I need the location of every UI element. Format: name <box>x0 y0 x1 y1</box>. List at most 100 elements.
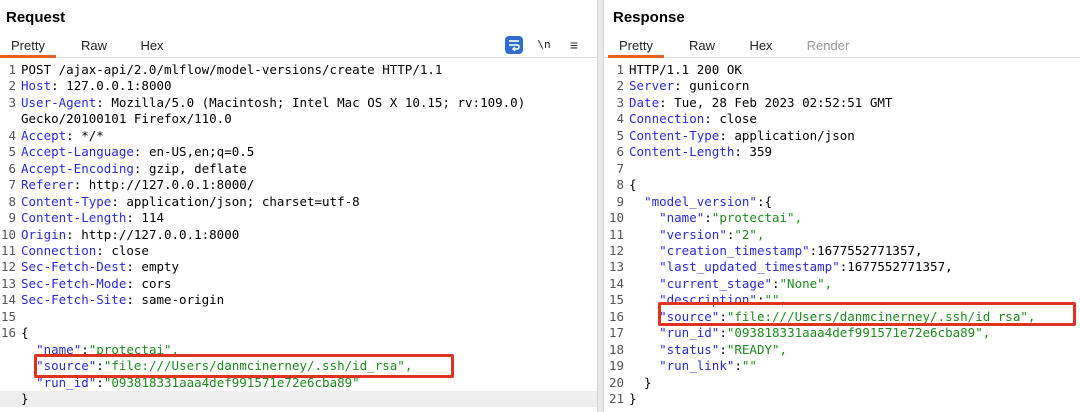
request-code-line: 2 Host: 127.0.0.1:8000 <box>0 78 597 94</box>
json-string-value: "protectai", <box>88 341 180 357</box>
request-code-line: 9 Content-Length: 114 <box>0 210 597 226</box>
json-key: "description" <box>659 292 757 308</box>
json-string-value: "093818331aaa4def991571e72e6cba89" <box>103 374 360 390</box>
line-text: "name":"protectai", <box>21 342 179 358</box>
request-code-line: 12 Sec-Fetch-Dest: empty <box>0 259 597 275</box>
request-code-line: "run_id":"093818331aaa4def991571e72e6cba… <box>0 375 597 391</box>
line-text: Content-Type: application/json <box>629 127 855 143</box>
line-text: "version":"2", <box>629 227 764 243</box>
request-tab-pretty[interactable]: Pretty <box>0 36 56 58</box>
header-value: gunicorn <box>681 78 750 94</box>
response-code-line: 14 "current_stage":"None", <box>604 276 1080 292</box>
response-code-line: 9 "model_version":{ <box>604 194 1080 210</box>
line-text: "source":"file:///Users/danmcinerney/.ss… <box>629 309 1035 325</box>
request-editor[interactable]: 1 POST /ajax-api/2.0/mlflow/model-version… <box>0 62 597 412</box>
line-number: 15 <box>0 308 16 324</box>
line-number: 12 <box>0 259 16 275</box>
line-text: "name":"protectai", <box>629 210 802 226</box>
pane-divider[interactable] <box>597 0 604 412</box>
response-code-line: 15 "description":"", <box>604 292 1080 308</box>
line-text: Sec-Fetch-Site: same-origin <box>21 292 225 308</box>
header-value: Tue, 28 Feb 2023 02:52:51 GMT <box>666 94 893 110</box>
response-title: Response <box>613 9 685 26</box>
json-key: "run_id" <box>659 325 720 341</box>
line-number: 4 <box>616 111 624 127</box>
response-code-line: 5 Content-Type: application/json <box>604 128 1080 144</box>
line-text: { <box>21 325 29 341</box>
header-value: empty <box>133 259 180 275</box>
header-value: 359 <box>741 144 772 160</box>
line-number: 15 <box>608 292 624 308</box>
response-code-line: 19 "run_link":"" <box>604 358 1080 374</box>
response-editor[interactable]: 1 HTTP/1.1 200 OK 2 Server: gunicorn 3 Date: … <box>604 62 1080 412</box>
response-tabs: Pretty Raw Hex Render <box>604 36 1080 58</box>
line-text: Gecko/20100101 Firefox/110.0 <box>21 111 232 127</box>
response-tab-raw[interactable]: Raw <box>680 36 724 58</box>
line-number: 11 <box>0 242 16 258</box>
response-code-line: 20 } <box>604 375 1080 391</box>
line-number: 1 <box>616 62 624 77</box>
line-text: "run_id":"093818331aaa4def991571e72e6cba… <box>21 375 360 391</box>
header-name: Host <box>21 78 52 94</box>
line-text: Host: 127.0.0.1:8000 <box>21 78 172 94</box>
line-number: 16 <box>0 325 16 341</box>
show-newlines-button[interactable]: \n <box>536 36 552 54</box>
header-value: Mozilla/5.0 (Macintosh; Intel Mac OS X 1… <box>103 94 526 110</box>
line-text: Accept: */* <box>21 127 104 143</box>
request-code-line: } <box>0 391 597 407</box>
header-value: application/json; charset=utf-8 <box>118 193 360 209</box>
json-punct: :{ <box>756 193 773 209</box>
line-number: 19 <box>608 358 624 374</box>
header-value: 127.0.0.1:8000 <box>58 78 172 94</box>
header-value: close <box>103 242 149 258</box>
line-text: "model_version":{ <box>629 194 772 210</box>
response-code-line: 8{ <box>604 177 1080 193</box>
response-tab-pretty[interactable]: Pretty <box>608 36 664 58</box>
json-number-value: 1677552771357, <box>817 242 923 258</box>
line-number: 7 <box>8 177 16 193</box>
wrap-lines-button[interactable] <box>505 36 523 54</box>
json-string-value: "2", <box>734 226 765 242</box>
header-value: gzip, deflate <box>141 160 247 176</box>
line-number: 17 <box>608 325 624 341</box>
request-code-line: 7 Referer: http://127.0.0.1:8000/ <box>0 177 597 193</box>
header-name: Sec-Fetch-Dest <box>21 259 127 275</box>
request-tab-hex[interactable]: Hex <box>130 36 174 58</box>
request-code-line: 14 Sec-Fetch-Site: same-origin <box>0 292 597 308</box>
request-code-line: 16 { <box>0 325 597 341</box>
json-key: "model_version" <box>644 193 757 209</box>
line-text: } <box>21 391 29 406</box>
line-number: 2 <box>616 78 624 94</box>
line-number: 13 <box>0 275 16 291</box>
response-pane: Response Pretty Raw Hex Render 1 HTTP/1.1… <box>604 0 1080 412</box>
response-tab-render[interactable]: Render <box>800 36 856 58</box>
response-tab-hex[interactable]: Hex <box>739 36 783 58</box>
line-number: 8 <box>616 177 624 193</box>
line-text: Accept-Encoding: gzip, deflate <box>21 160 247 176</box>
line-number: 14 <box>0 292 16 308</box>
line-text: Content-Length: 114 <box>21 210 164 226</box>
line-text: Sec-Fetch-Dest: empty <box>21 259 180 275</box>
line-number: 10 <box>0 226 16 242</box>
line-text: "last_updated_timestamp":1677552771357, <box>629 259 953 275</box>
line-text: "current_stage":"None", <box>629 276 832 292</box>
menu-icon[interactable]: ≡ <box>566 36 582 54</box>
line-text: "description":"", <box>629 292 787 308</box>
line-text: Origin: http://127.0.0.1:8000 <box>21 226 240 242</box>
request-code-line: "name":"protectai", <box>0 342 597 358</box>
line-text: Accept-Language: en-US,en;q=0.5 <box>21 144 255 160</box>
line-text: } <box>629 374 652 390</box>
request-tab-raw[interactable]: Raw <box>72 36 116 58</box>
response-code-line: 16 "source":"file:///Users/danmcinerney/… <box>604 309 1080 325</box>
header-name: Content-Length <box>629 144 735 160</box>
line-number: 9 <box>8 210 16 226</box>
line-text: Content-Length: 359 <box>629 144 772 160</box>
header-value: http://127.0.0.1:8000/ <box>81 177 255 193</box>
request-code-line: 11 Connection: close <box>0 243 597 259</box>
